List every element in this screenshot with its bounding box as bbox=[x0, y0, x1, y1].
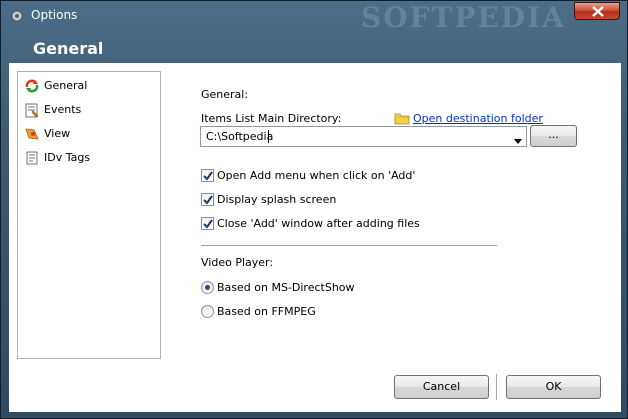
section-divider bbox=[201, 245, 497, 246]
open-add-menu-label[interactable]: Open Add menu when click on 'Add' bbox=[217, 169, 415, 182]
folder-icon[interactable] bbox=[394, 111, 410, 125]
close-button[interactable] bbox=[574, 2, 620, 20]
sidebar-item-general[interactable]: General bbox=[22, 76, 156, 96]
window-title: Options bbox=[31, 8, 78, 22]
title-bar[interactable]: Options SOFTPEDIA bbox=[1, 1, 627, 34]
view-icon bbox=[24, 126, 40, 142]
directory-value: C:\Softpedia bbox=[206, 130, 274, 143]
button-separator bbox=[496, 374, 497, 400]
directshow-label[interactable]: Based on MS-DirectShow bbox=[217, 281, 355, 294]
sidebar-item-label: Events bbox=[44, 103, 82, 116]
directory-label: Items List Main Directory: bbox=[201, 112, 342, 125]
text-caret bbox=[268, 130, 269, 143]
close-add-window-label[interactable]: Close 'Add' window after adding files bbox=[217, 217, 420, 230]
ok-button-label: OK bbox=[545, 380, 562, 393]
sidebar-item-label: View bbox=[44, 127, 71, 140]
watermark: SOFTPEDIA bbox=[361, 1, 566, 34]
directory-combobox[interactable]: C:\Softpedia bbox=[200, 126, 527, 147]
cancel-button[interactable]: Cancel bbox=[394, 375, 489, 399]
cancel-button-label: Cancel bbox=[422, 380, 461, 393]
open-add-menu-checkbox[interactable] bbox=[201, 169, 214, 182]
close-add-window-checkbox[interactable] bbox=[201, 217, 214, 230]
sidebar-item-view[interactable]: View bbox=[22, 124, 156, 144]
chevron-down-icon[interactable] bbox=[514, 134, 522, 147]
options-panel: General Events View IDv Tags General: It… bbox=[9, 63, 621, 412]
page-title: General bbox=[33, 39, 104, 58]
tags-icon bbox=[24, 150, 40, 166]
display-splash-checkbox[interactable] bbox=[201, 193, 214, 206]
browse-button-label: ... bbox=[548, 128, 559, 141]
sidebar: General Events View IDv Tags bbox=[17, 71, 161, 359]
header-band: General bbox=[9, 33, 621, 65]
display-splash-label[interactable]: Display splash screen bbox=[217, 193, 336, 206]
radio-selected-dot bbox=[205, 285, 210, 290]
ffmpeg-radio[interactable] bbox=[201, 305, 214, 318]
ok-button[interactable]: OK bbox=[506, 375, 601, 399]
gear-icon bbox=[9, 8, 25, 24]
general-section-label: General: bbox=[201, 88, 249, 101]
video-player-section-label: Video Player: bbox=[201, 256, 274, 269]
sidebar-item-label: IDv Tags bbox=[44, 151, 91, 164]
sidebar-item-idv-tags[interactable]: IDv Tags bbox=[22, 148, 156, 168]
directshow-radio[interactable] bbox=[201, 281, 214, 294]
sidebar-item-label: General bbox=[44, 79, 88, 92]
ffmpeg-label[interactable]: Based on FFMPEG bbox=[217, 305, 316, 318]
browse-button[interactable]: ... bbox=[530, 125, 577, 147]
events-icon bbox=[24, 102, 40, 118]
open-destination-folder-link[interactable]: Open destination folder bbox=[413, 112, 543, 125]
options-window: Options SOFTPEDIA General General Events… bbox=[0, 0, 628, 419]
general-icon bbox=[24, 78, 40, 94]
sidebar-item-events[interactable]: Events bbox=[22, 100, 156, 120]
